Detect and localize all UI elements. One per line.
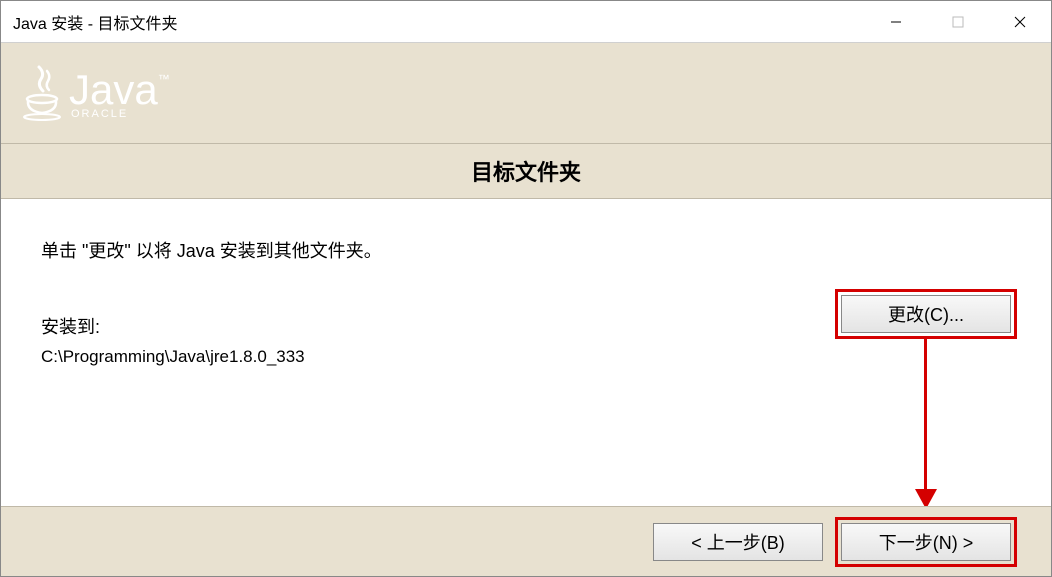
window-controls	[865, 1, 1051, 42]
java-logo-text-group: Java ™ ORACLE	[69, 66, 170, 120]
maximize-button	[927, 1, 989, 42]
minimize-icon	[890, 16, 902, 28]
java-logo-text: Java	[69, 66, 158, 114]
content-area: 单击 "更改" 以将 Java 安装到其他文件夹。 安装到: C:\Progra…	[1, 199, 1051, 506]
install-path-text: C:\Programming\Java\jre1.8.0_333	[41, 347, 1011, 367]
subtitle-bar: 目标文件夹	[1, 143, 1051, 199]
maximize-icon	[952, 16, 964, 28]
java-cup-icon	[21, 63, 63, 123]
instruction-text: 单击 "更改" 以将 Java 安装到其他文件夹。	[41, 237, 1011, 263]
header-banner: Java ™ ORACLE	[1, 43, 1051, 143]
java-logo: Java ™ ORACLE	[21, 63, 170, 123]
window-title: Java 安装 - 目标文件夹	[13, 10, 177, 34]
back-button[interactable]: < 上一步(B)	[653, 523, 823, 561]
change-button[interactable]: 更改(C)...	[841, 295, 1011, 333]
next-button[interactable]: 下一步(N) >	[841, 523, 1011, 561]
java-logo-tm: ™	[158, 72, 170, 86]
footer-bar: < 上一步(B) 下一步(N) >	[1, 506, 1051, 576]
close-icon	[1013, 15, 1027, 29]
window-titlebar: Java 安装 - 目标文件夹	[1, 1, 1051, 43]
page-subtitle: 目标文件夹	[471, 155, 581, 187]
minimize-button[interactable]	[865, 1, 927, 42]
close-button[interactable]	[989, 1, 1051, 42]
